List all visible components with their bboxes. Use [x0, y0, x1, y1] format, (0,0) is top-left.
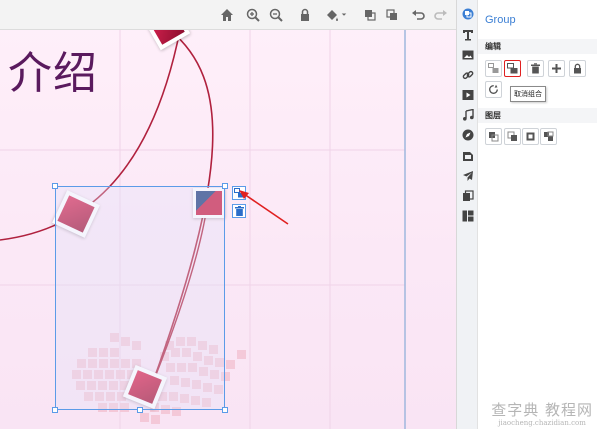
shape-icon: [463, 152, 473, 161]
template-icon: [462, 210, 474, 222]
resize-handle-tl[interactable]: [52, 183, 58, 189]
rotate-button[interactable]: [485, 81, 502, 98]
add-button[interactable]: [548, 60, 565, 77]
zoom-out-button[interactable]: [266, 5, 286, 25]
compass-tool[interactable]: [461, 128, 475, 142]
resize-handle-tr[interactable]: [222, 183, 228, 189]
home-button[interactable]: [217, 5, 237, 25]
image-tool[interactable]: [461, 48, 475, 62]
send-to-back-button[interactable]: [540, 128, 557, 145]
watermark: 查字典 教程网 jiaocheng.chazidian.com: [491, 403, 593, 427]
airplane-icon: [463, 171, 473, 181]
compass-icon: [462, 129, 474, 141]
group-button[interactable]: [485, 60, 502, 77]
page-heading[interactable]: 介绍: [8, 52, 98, 96]
bring-to-front-icon: [489, 132, 499, 142]
selection-box[interactable]: [55, 186, 225, 410]
bring-forward-button[interactable]: [504, 128, 521, 145]
ungroup-icon: [507, 63, 518, 74]
send-back-button[interactable]: [382, 5, 402, 25]
music-icon: [463, 109, 474, 121]
watermark-url: jiaocheng.chazidian.com: [498, 419, 586, 427]
fill-bucket-icon: [327, 10, 338, 21]
component-icon: [462, 8, 474, 20]
zoom-in-button[interactable]: [243, 5, 263, 25]
tool-iconbar: [456, 0, 478, 429]
component-tool[interactable]: [461, 7, 475, 21]
annotation-arrow: [239, 190, 289, 225]
rotate-icon: [489, 84, 498, 94]
redo-button[interactable]: [431, 5, 451, 25]
canvas-toolbar: [0, 0, 456, 30]
bring-front-icon: [365, 10, 376, 21]
animation-tool[interactable]: [461, 169, 475, 183]
text-icon: [463, 30, 473, 41]
chevron-down-icon: [341, 13, 347, 16]
zoom-in-icon: [246, 8, 260, 22]
music-tool[interactable]: [461, 108, 475, 122]
bring-forward-icon: [507, 131, 517, 141]
send-backward-icon: [526, 132, 535, 141]
image-icon: [462, 50, 474, 60]
lock-element-button[interactable]: [569, 60, 586, 77]
shape-tool[interactable]: [461, 149, 475, 163]
text-tool[interactable]: [461, 28, 475, 42]
app-root: 介绍 Group 编辑 取消组合 图层 查字典 教程网 jiaocheng.ch…: [0, 0, 597, 429]
resize-handle-bl[interactable]: [52, 407, 58, 413]
template-tool[interactable]: [461, 209, 475, 223]
undo-icon: [412, 10, 425, 20]
send-backward-button[interactable]: [522, 128, 539, 145]
panel-title: Group: [485, 14, 516, 26]
home-icon: [221, 9, 233, 21]
layers-tool[interactable]: [461, 189, 475, 203]
ungroup-tooltip: 取消组合: [510, 86, 546, 102]
lock-button[interactable]: [295, 5, 315, 25]
send-back-icon: [386, 9, 397, 20]
link-tool[interactable]: [461, 68, 475, 82]
zoom-out-icon: [269, 8, 283, 22]
ungroup-button[interactable]: [504, 60, 521, 77]
trash-icon: [531, 63, 540, 74]
delete-button[interactable]: [527, 60, 544, 77]
bring-to-front-button[interactable]: [485, 128, 502, 145]
resize-handle-bm[interactable]: [137, 407, 143, 413]
layers-icon: [463, 190, 474, 201]
send-to-back-icon: [544, 131, 554, 141]
resize-handle-br[interactable]: [222, 407, 228, 413]
section-layers-header: 图层: [478, 108, 597, 123]
video-icon: [462, 90, 474, 100]
lock-icon: [301, 8, 309, 21]
properties-panel: Group 编辑 取消组合 图层: [478, 0, 597, 429]
add-icon: [552, 64, 561, 73]
section-edit-header: 编辑: [478, 39, 597, 54]
link-icon: [462, 70, 474, 80]
watermark-title: 查字典 教程网: [491, 401, 593, 419]
redo-icon: [434, 10, 447, 20]
lock-icon: [574, 63, 581, 74]
bring-front-button[interactable]: [360, 5, 380, 25]
fill-color-button[interactable]: [322, 5, 350, 25]
group-icon: [488, 63, 499, 73]
canvas[interactable]: 介绍: [0, 0, 456, 429]
video-tool[interactable]: [461, 88, 475, 102]
undo-button[interactable]: [408, 5, 428, 25]
